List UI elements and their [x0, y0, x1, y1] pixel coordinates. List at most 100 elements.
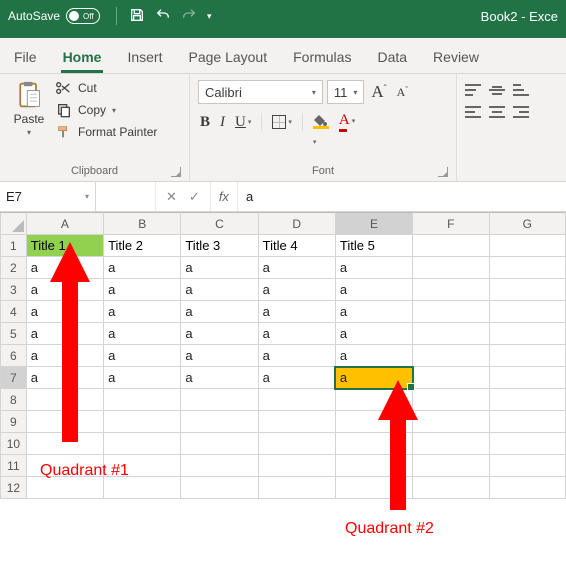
cell[interactable]: a — [258, 257, 335, 279]
cut-button[interactable]: Cut — [56, 80, 157, 96]
copy-button[interactable]: Copy ▾ — [56, 102, 157, 118]
font-color-button[interactable]: A▾ — [339, 112, 355, 132]
row-header[interactable]: 8 — [1, 389, 27, 411]
chevron-down-icon[interactable]: ▾ — [112, 106, 116, 115]
cell[interactable]: a — [104, 301, 181, 323]
fx-icon[interactable]: fx — [211, 182, 238, 211]
cell[interactable] — [413, 345, 489, 367]
align-middle-button[interactable] — [489, 84, 505, 96]
row-header[interactable]: 11 — [1, 455, 27, 477]
cell[interactable] — [413, 301, 489, 323]
cell[interactable] — [26, 389, 103, 411]
tab-insert[interactable]: Insert — [125, 43, 164, 73]
cell[interactable]: a — [104, 323, 181, 345]
cell[interactable] — [258, 477, 335, 499]
align-left-button[interactable] — [465, 106, 481, 118]
cell[interactable] — [335, 477, 412, 499]
cell[interactable] — [104, 411, 181, 433]
cell[interactable] — [489, 323, 566, 345]
cell[interactable] — [335, 455, 412, 477]
align-top-button[interactable] — [465, 84, 481, 96]
cell[interactable] — [413, 411, 489, 433]
cell[interactable]: a — [335, 257, 412, 279]
cell[interactable]: a — [26, 323, 103, 345]
col-header[interactable]: C — [181, 213, 258, 235]
align-center-button[interactable] — [489, 106, 505, 118]
cell[interactable] — [181, 411, 258, 433]
autosave-toggle[interactable]: AutoSave Off — [8, 8, 100, 24]
cell[interactable] — [413, 433, 489, 455]
tab-data[interactable]: Data — [375, 43, 409, 73]
col-header[interactable]: E — [335, 213, 412, 235]
row-header[interactable]: 6 — [1, 345, 27, 367]
cell[interactable]: a — [26, 367, 103, 389]
cell[interactable] — [489, 477, 566, 499]
underline-button[interactable]: U▾ — [235, 114, 251, 131]
cell[interactable] — [413, 367, 489, 389]
cell[interactable] — [181, 433, 258, 455]
name-box[interactable]: E7 ▾ — [0, 182, 96, 211]
paste-button[interactable]: Paste ▾ — [8, 80, 50, 140]
cell[interactable] — [489, 389, 566, 411]
tab-review[interactable]: Review — [431, 43, 481, 73]
cell[interactable] — [258, 433, 335, 455]
cell[interactable] — [489, 279, 566, 301]
cell[interactable] — [489, 257, 566, 279]
dialog-launcher-icon[interactable] — [438, 167, 448, 177]
confirm-formula-button[interactable]: ✓ — [189, 189, 200, 205]
tab-home[interactable]: Home — [61, 43, 104, 73]
row-header[interactable]: 9 — [1, 411, 27, 433]
cell[interactable] — [335, 433, 412, 455]
cell[interactable] — [489, 235, 566, 257]
cell[interactable]: a — [258, 367, 335, 389]
cell[interactable] — [413, 389, 489, 411]
cell[interactable]: Title 4 — [258, 235, 335, 257]
cell[interactable] — [413, 235, 489, 257]
row-header[interactable]: 5 — [1, 323, 27, 345]
cell[interactable] — [489, 301, 566, 323]
cell[interactable] — [258, 411, 335, 433]
col-header[interactable]: A — [26, 213, 103, 235]
row-header[interactable]: 1 — [1, 235, 27, 257]
tab-page-layout[interactable]: Page Layout — [186, 43, 269, 73]
cell[interactable] — [489, 433, 566, 455]
cell[interactable] — [258, 455, 335, 477]
cell[interactable] — [489, 411, 566, 433]
col-header[interactable]: B — [104, 213, 181, 235]
cell[interactable]: a — [258, 323, 335, 345]
cell[interactable]: Title 5 — [335, 235, 412, 257]
dialog-launcher-icon[interactable] — [171, 167, 181, 177]
tab-formulas[interactable]: Formulas — [291, 43, 353, 73]
cancel-formula-button[interactable]: ✕ — [166, 189, 177, 205]
align-right-button[interactable] — [513, 106, 529, 118]
cell[interactable] — [181, 389, 258, 411]
cell[interactable]: a — [258, 345, 335, 367]
cell[interactable]: a — [26, 257, 103, 279]
cell[interactable] — [335, 411, 412, 433]
row-header[interactable]: 2 — [1, 257, 27, 279]
cell[interactable] — [489, 455, 566, 477]
row-header[interactable]: 10 — [1, 433, 27, 455]
spreadsheet[interactable]: A B C D E F G 1 Title 1 Title 2 Title 3 … — [0, 212, 566, 499]
cell[interactable]: a — [26, 301, 103, 323]
cell[interactable]: a — [335, 279, 412, 301]
cell[interactable]: a — [335, 323, 412, 345]
cell[interactable]: a — [258, 279, 335, 301]
borders-button[interactable]: ▾ — [272, 115, 292, 129]
chevron-down-icon[interactable]: ▾ — [27, 128, 31, 137]
increase-font-button[interactable]: Aˆ — [368, 82, 389, 102]
cell[interactable]: a — [181, 345, 258, 367]
grid[interactable]: A B C D E F G 1 Title 1 Title 2 Title 3 … — [0, 212, 566, 499]
cell[interactable] — [104, 389, 181, 411]
fill-color-button[interactable]: ▾ — [313, 115, 329, 129]
row-header[interactable]: 3 — [1, 279, 27, 301]
row-header[interactable]: 4 — [1, 301, 27, 323]
col-header[interactable]: G — [489, 213, 566, 235]
cell[interactable] — [258, 389, 335, 411]
cell[interactable]: a — [181, 323, 258, 345]
cell[interactable]: a — [335, 345, 412, 367]
align-bottom-button[interactable] — [513, 84, 529, 96]
cell[interactable] — [335, 389, 412, 411]
cell[interactable]: a — [104, 257, 181, 279]
row-header[interactable]: 7 — [1, 367, 27, 389]
